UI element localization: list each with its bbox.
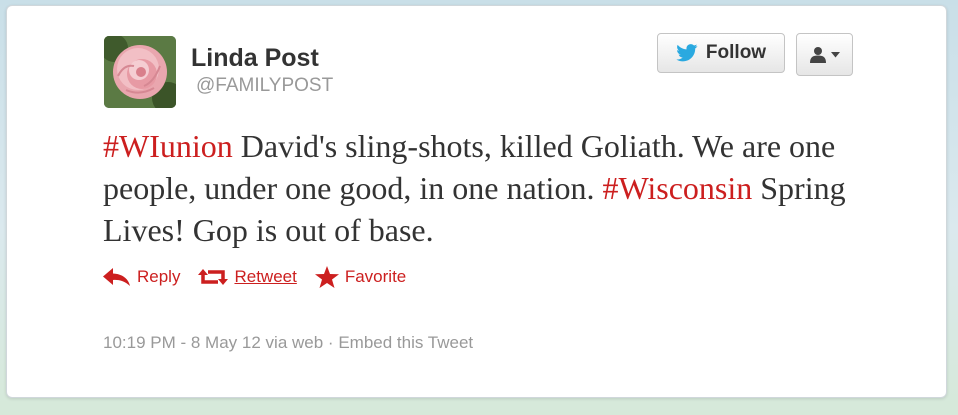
retweet-button[interactable]: Retweet	[198, 267, 297, 287]
reply-arrow-icon	[103, 268, 130, 286]
retweet-label: Retweet	[234, 267, 297, 286]
meta-separator: ·	[327, 333, 334, 352]
twitter-bird-icon	[676, 44, 698, 62]
embed-tweet-link[interactable]: Embed this Tweet	[338, 333, 473, 352]
user-display-name[interactable]: Linda Post	[191, 44, 319, 73]
reply-label: Reply	[137, 267, 181, 286]
retweet-icon	[198, 269, 229, 285]
caret-down-icon	[831, 51, 840, 57]
follow-button-label: Follow	[705, 42, 767, 63]
tweet-source: via web	[265, 333, 324, 352]
tweet-timestamp[interactable]: 10:19 PM - 8 May 12	[103, 333, 261, 352]
hashtag-link[interactable]: #Wisconsin	[602, 170, 752, 206]
reply-button[interactable]: Reply	[103, 267, 180, 287]
tweet-card: Linda Post @FAMILYPOST Follow #WIunion D…	[6, 5, 947, 398]
hashtag-link[interactable]: #WIunion	[103, 128, 233, 164]
rose-avatar-image	[104, 36, 176, 108]
follow-button[interactable]: Follow	[657, 33, 785, 73]
tweet-text: #WIunion David's sling-shots, killed Gol…	[103, 125, 863, 251]
favorite-button[interactable]: Favorite	[314, 266, 407, 288]
user-handle[interactable]: @FAMILYPOST	[196, 75, 333, 97]
user-actions-dropdown[interactable]	[796, 33, 853, 76]
tweet-actions: Reply Retweet Favorite	[103, 264, 424, 290]
favorite-label: Favorite	[344, 267, 407, 286]
user-icon	[810, 46, 826, 63]
avatar[interactable]	[104, 36, 176, 108]
tweet-metadata: 10:19 PM - 8 May 12 via web · Embed this…	[103, 333, 473, 353]
star-icon	[314, 266, 339, 288]
